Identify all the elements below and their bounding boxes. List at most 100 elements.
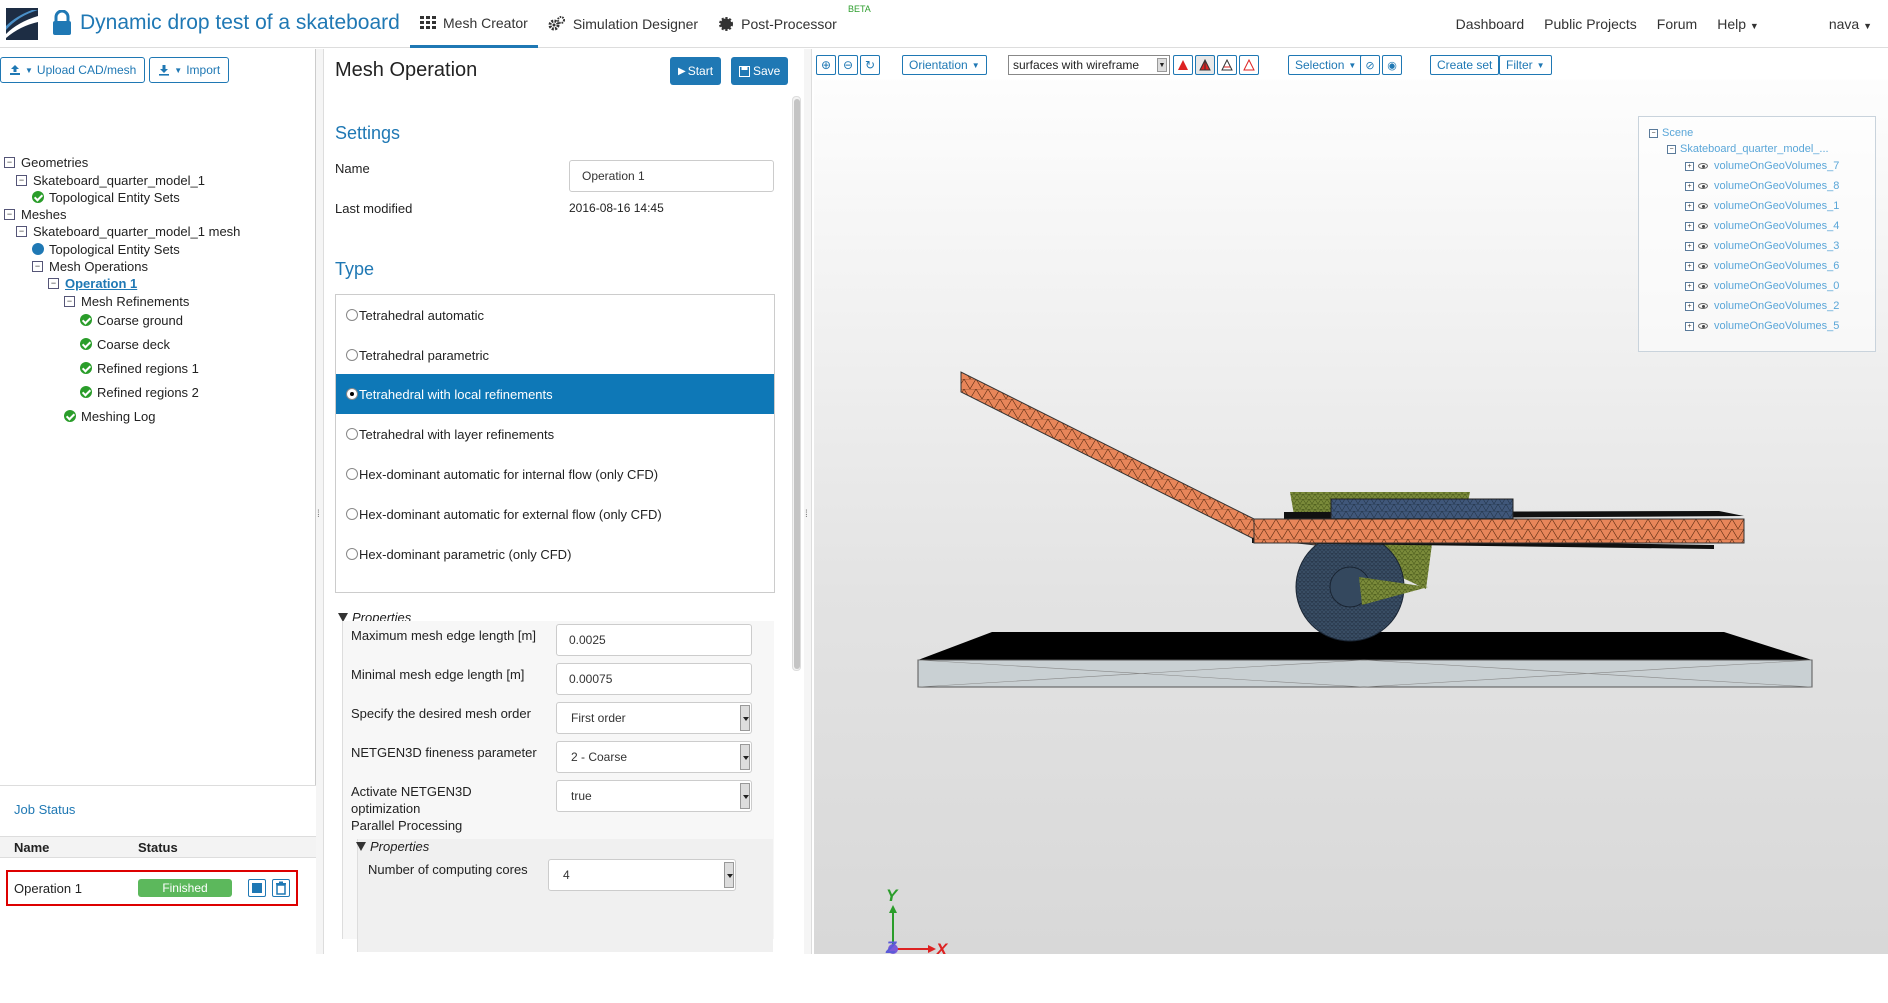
eye-icon[interactable]: [1698, 263, 1708, 269]
left-splitter[interactable]: ⁞: [316, 49, 324, 954]
save-button[interactable]: Save: [731, 57, 789, 85]
collapse-icon[interactable]: −: [1649, 128, 1658, 138]
type-option[interactable]: Tetrahedral automatic: [336, 295, 774, 335]
eye-icon[interactable]: [1698, 323, 1708, 329]
radio-button[interactable]: [346, 548, 358, 560]
tree-refinement-regions-1[interactable]: Refined regions 1: [80, 359, 199, 377]
collapse-icon[interactable]: −: [16, 225, 27, 237]
type-option[interactable]: Tetrahedral parametric: [336, 335, 774, 375]
nav-dashboard[interactable]: Dashboard: [1456, 16, 1525, 32]
inner-properties-toggle[interactable]: Properties: [356, 839, 429, 854]
expand-icon[interactable]: +: [1685, 301, 1694, 311]
name-input[interactable]: Operation 1: [569, 160, 774, 192]
scene-root[interactable]: − Scene: [1649, 126, 1693, 140]
expand-icon[interactable]: +: [1685, 221, 1694, 231]
scene-volume[interactable]: + volumeOnGeoVolumes_5: [1685, 319, 1839, 333]
cores-select[interactable]: 4: [548, 859, 736, 891]
tree-mesh-model[interactable]: − Skateboard_quarter_model_1 mesh: [16, 222, 240, 240]
tab-simulation-designer[interactable]: Simulation Designer: [538, 0, 708, 48]
scene-volume[interactable]: + volumeOnGeoVolumes_4: [1685, 219, 1839, 233]
eye-icon[interactable]: [1698, 243, 1708, 249]
expand-icon[interactable]: +: [1685, 261, 1694, 271]
radio-button[interactable]: [346, 468, 358, 480]
tree-geometry-model[interactable]: − Skateboard_quarter_model_1: [16, 171, 205, 189]
min-edge-input[interactable]: 0.00075: [556, 663, 752, 695]
collapse-icon[interactable]: −: [1667, 144, 1676, 154]
tree-mesh-operations[interactable]: − Mesh Operations: [32, 257, 148, 275]
radio-button[interactable]: [346, 508, 358, 520]
upload-cad-button[interactable]: ▼ Upload CAD/mesh: [0, 57, 146, 83]
mesh-order-select[interactable]: First order: [556, 702, 752, 734]
eye-icon[interactable]: [1698, 183, 1708, 189]
tree-geometry-tes[interactable]: Topological Entity Sets: [32, 188, 180, 206]
tree-refinement-coarse-ground[interactable]: Coarse ground: [80, 311, 183, 329]
type-option[interactable]: Hex-dominant automatic for external flow…: [336, 494, 774, 534]
tree-mesh-refinements[interactable]: − Mesh Refinements: [64, 292, 189, 310]
scene-volume[interactable]: + volumeOnGeoVolumes_3: [1685, 239, 1839, 253]
tree-meshes[interactable]: − Meshes: [4, 205, 67, 223]
tree-refinement-regions-2[interactable]: Refined regions 2: [80, 383, 199, 401]
eye-icon[interactable]: [1698, 203, 1708, 209]
expand-icon[interactable]: +: [1685, 201, 1694, 211]
fineness-select[interactable]: 2 - Coarse: [556, 741, 752, 773]
tree-meshing-log[interactable]: Meshing Log: [64, 407, 155, 425]
nav-public-projects[interactable]: Public Projects: [1544, 16, 1637, 32]
nav-forum[interactable]: Forum: [1657, 16, 1697, 32]
collapse-icon[interactable]: −: [16, 174, 27, 186]
deck-grip-block[interactable]: [1330, 498, 1514, 520]
scene-volume[interactable]: + volumeOnGeoVolumes_0: [1685, 279, 1839, 293]
nav-help[interactable]: Help ▼: [1717, 16, 1759, 32]
collapse-icon[interactable]: −: [64, 295, 75, 307]
right-splitter[interactable]: ⁞: [804, 49, 812, 954]
tree-refinement-coarse-deck[interactable]: Coarse deck: [80, 335, 170, 353]
collapse-icon[interactable]: −: [4, 208, 15, 220]
type-option-selected[interactable]: Tetrahedral with local refinements: [336, 374, 774, 414]
tab-post-processor[interactable]: Post-Processor BETA: [708, 0, 877, 48]
collapse-icon[interactable]: −: [32, 260, 43, 272]
expand-icon[interactable]: +: [1685, 241, 1694, 251]
expand-icon[interactable]: +: [1685, 181, 1694, 191]
type-option[interactable]: Tetrahedral with layer refinements: [336, 414, 774, 454]
start-button[interactable]: ▶ Start: [670, 57, 722, 85]
scene-model[interactable]: − Skateboard_quarter_model_...: [1667, 142, 1829, 156]
caret-down-icon: ▼: [1749, 21, 1759, 31]
type-option[interactable]: Hex-dominant parametric (only CFD): [336, 534, 774, 574]
tab-mesh-creator[interactable]: Mesh Creator: [410, 0, 538, 48]
collapse-icon[interactable]: −: [48, 277, 59, 289]
max-edge-input[interactable]: 0.0025: [556, 624, 752, 656]
expand-icon[interactable]: +: [1685, 281, 1694, 291]
scene-volume[interactable]: + volumeOnGeoVolumes_7: [1685, 159, 1839, 173]
eye-icon[interactable]: [1698, 283, 1708, 289]
collapse-icon[interactable]: −: [4, 156, 15, 168]
user-menu[interactable]: nava ▼: [1829, 16, 1872, 32]
eye-icon[interactable]: [1698, 163, 1708, 169]
3d-viewer[interactable]: ⊕ ⊖ ↻ Orientation ▼ surfaces with wirefra…: [814, 49, 1888, 954]
scene-volume[interactable]: + volumeOnGeoVolumes_1: [1685, 199, 1839, 213]
tree-geometries[interactable]: − Geometries: [4, 153, 88, 171]
radio-button[interactable]: [346, 309, 358, 321]
scene-label: volumeOnGeoVolumes_4: [1714, 220, 1840, 232]
tree-mesh-tes[interactable]: Topological Entity Sets: [32, 240, 180, 258]
expand-icon[interactable]: +: [1685, 161, 1694, 171]
expand-icon[interactable]: +: [1685, 321, 1694, 331]
scrollbar-thumb[interactable]: [794, 99, 800, 669]
eye-icon[interactable]: [1698, 223, 1708, 229]
simscale-logo-icon[interactable]: [6, 8, 38, 40]
radio-button[interactable]: [346, 349, 358, 361]
download-icon: [159, 65, 170, 76]
type-option[interactable]: Hex-dominant automatic for internal flow…: [336, 454, 774, 494]
mid-scrollbar[interactable]: [792, 96, 801, 671]
deck-body[interactable]: [1253, 518, 1745, 544]
stop-button[interactable]: [248, 879, 266, 897]
radio-button[interactable]: [346, 388, 358, 400]
scene-volume[interactable]: + volumeOnGeoVolumes_2: [1685, 299, 1839, 313]
scene-volume[interactable]: + volumeOnGeoVolumes_6: [1685, 259, 1839, 273]
eye-icon[interactable]: [1698, 303, 1708, 309]
tree-operation-1[interactable]: − Operation 1: [48, 274, 137, 292]
ground-plate-front[interactable]: [917, 659, 1813, 688]
optimization-select[interactable]: true: [556, 780, 752, 812]
delete-button[interactable]: [272, 879, 290, 897]
radio-button[interactable]: [346, 428, 358, 440]
scene-volume[interactable]: + volumeOnGeoVolumes_8: [1685, 179, 1839, 193]
import-button[interactable]: ▼ Import: [149, 57, 230, 83]
